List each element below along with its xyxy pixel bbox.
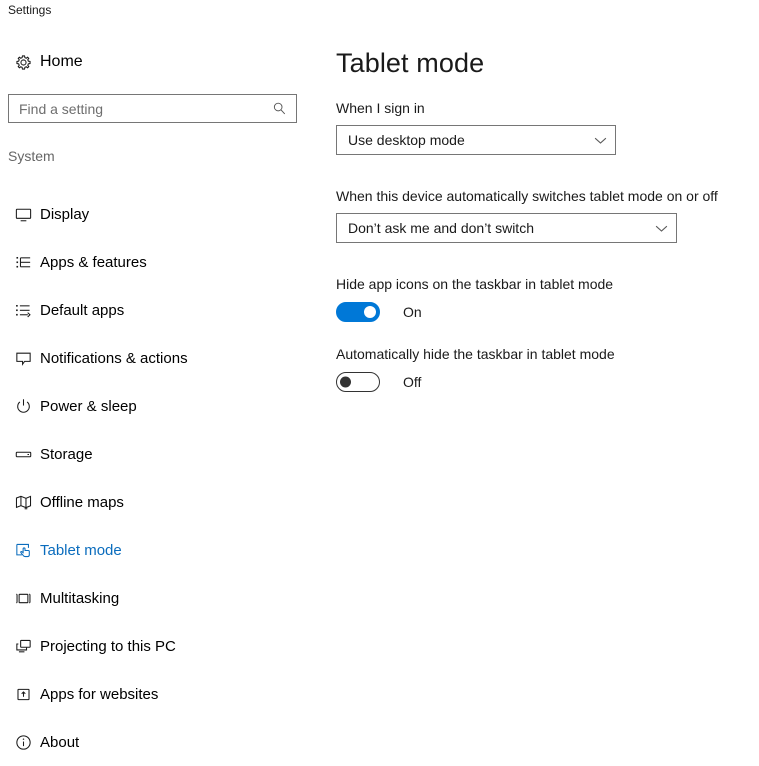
sidebar-nav-list: Display Apps & features Default apps Not… (0, 190, 320, 766)
toggle-knob (364, 306, 376, 318)
app-link-icon (8, 685, 38, 704)
sidebar-item-projecting-to-this-pc-label: Projecting to this PC (40, 637, 176, 655)
page-title: Tablet mode (336, 48, 485, 78)
window-titlebar: Settings (0, 0, 759, 30)
sidebar-item-tablet-mode-label: Tablet mode (40, 541, 122, 559)
project-screen-icon (8, 637, 38, 656)
sidebar-item-storage[interactable]: Storage (0, 430, 320, 478)
sidebar-item-display-label: Display (40, 205, 90, 223)
sidebar-item-power-sleep-label: Power & sleep (40, 397, 137, 415)
sidebar-item-apps-features[interactable]: Apps & features (0, 238, 320, 286)
monitor-icon (8, 205, 38, 224)
sidebar-item-tablet-mode[interactable]: Tablet mode (0, 526, 320, 574)
sidebar-item-offline-maps[interactable]: Offline maps (0, 478, 320, 526)
sidebar-item-projecting-to-this-pc[interactable]: Projecting to this PC (0, 622, 320, 670)
window-title: Settings (8, 3, 52, 17)
power-icon (8, 397, 38, 416)
sidebar-item-apps-for-websites[interactable]: Apps for websites (0, 670, 320, 718)
content-panel: Tablet mode When I sign in Use desktop m… (336, 30, 759, 757)
gear-icon (8, 53, 38, 72)
sidebar-item-notifications-actions[interactable]: Notifications & actions (0, 334, 320, 382)
map-icon (8, 493, 38, 512)
search-box[interactable] (8, 94, 297, 123)
auto-switch-label: When this device automatically switches … (336, 188, 718, 204)
auto-hide-taskbar-toggle[interactable] (336, 372, 380, 392)
list-icon (8, 253, 38, 272)
sidebar-item-home-label: Home (40, 53, 83, 70)
speech-bubble-icon (8, 349, 38, 368)
sidebar: Home System Display (0, 30, 320, 757)
auto-hide-taskbar-label: Automatically hide the taskbar in tablet… (336, 346, 615, 362)
hide-app-icons-state: On (403, 304, 422, 320)
chevron-down-icon (585, 136, 615, 145)
sidebar-item-apps-for-websites-label: Apps for websites (40, 685, 159, 703)
sidebar-group-header: System (8, 148, 55, 164)
sign-in-label: When I sign in (336, 100, 425, 116)
hide-app-icons-toggle-row: On (336, 302, 422, 322)
auto-switch-dropdown[interactable]: Don’t ask me and don’t switch (336, 213, 677, 243)
sign-in-dropdown[interactable]: Use desktop mode (336, 125, 616, 155)
chevron-down-icon (646, 224, 676, 233)
sidebar-item-about[interactable]: About (0, 718, 320, 766)
sidebar-item-offline-maps-label: Offline maps (40, 493, 124, 511)
sidebar-item-display[interactable]: Display (0, 190, 320, 238)
toggle-knob (340, 376, 351, 388)
sidebar-item-multitasking[interactable]: Multitasking (0, 574, 320, 622)
sidebar-item-default-apps[interactable]: Default apps (0, 286, 320, 334)
auto-hide-taskbar-toggle-row: Off (336, 372, 421, 392)
hide-app-icons-label: Hide app icons on the taskbar in tablet … (336, 276, 614, 292)
tablet-tap-icon (8, 541, 38, 560)
sidebar-item-storage-label: Storage (40, 445, 93, 463)
sidebar-item-about-label: About (40, 733, 80, 751)
drive-icon (8, 445, 38, 464)
search-icon[interactable] (266, 101, 296, 116)
sidebar-item-power-sleep[interactable]: Power & sleep (0, 382, 320, 430)
sidebar-item-home[interactable]: Home (0, 44, 310, 80)
sidebar-item-multitasking-label: Multitasking (40, 589, 120, 607)
sign-in-dropdown-value: Use desktop mode (348, 132, 465, 148)
auto-switch-dropdown-value: Don’t ask me and don’t switch (348, 220, 534, 236)
sidebar-item-notifications-actions-label: Notifications & actions (40, 349, 188, 367)
list-arrow-icon (8, 301, 38, 320)
auto-hide-taskbar-state: Off (403, 374, 422, 390)
multitask-icon (8, 589, 38, 608)
hide-app-icons-toggle[interactable] (336, 302, 380, 322)
search-input[interactable] (9, 96, 266, 121)
info-icon (8, 733, 38, 752)
sidebar-item-default-apps-label: Default apps (40, 301, 125, 319)
sidebar-item-apps-features-label: Apps & features (40, 253, 147, 271)
